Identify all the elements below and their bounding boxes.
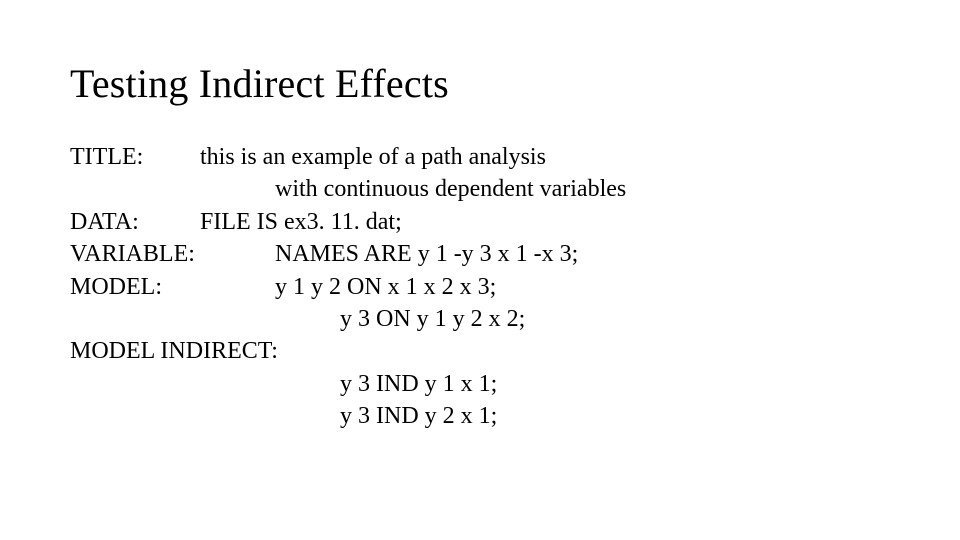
indent-spacer bbox=[200, 400, 275, 432]
code-line: with continuous dependent variables bbox=[70, 173, 890, 205]
indent-spacer bbox=[275, 400, 340, 432]
indent-spacer bbox=[70, 368, 200, 400]
line-text: y 3 ON y 1 y 2 x 2; bbox=[340, 303, 525, 335]
indent-spacer bbox=[70, 400, 200, 432]
line-label: TITLE: bbox=[70, 141, 200, 173]
line-text: FILE IS ex3. 11. dat; bbox=[200, 206, 402, 238]
indent-spacer bbox=[275, 368, 340, 400]
slide: Testing Indirect Effects TITLE:this is a… bbox=[0, 0, 960, 433]
line-label: VARIABLE: bbox=[70, 238, 275, 270]
indent-spacer bbox=[200, 173, 275, 205]
code-line: y 3 IND y 1 x 1; bbox=[70, 368, 890, 400]
code-line: TITLE:this is an example of a path analy… bbox=[70, 141, 890, 173]
line-label: MODEL: bbox=[70, 271, 275, 303]
code-line: DATA:FILE IS ex3. 11. dat; bbox=[70, 206, 890, 238]
line-text: y 1 y 2 ON x 1 x 2 x 3; bbox=[275, 271, 496, 303]
code-line: MODEL INDIRECT: bbox=[70, 335, 890, 367]
code-line: VARIABLE:NAMES ARE y 1 -y 3 x 1 -x 3; bbox=[70, 238, 890, 270]
code-line: y 3 ON y 1 y 2 x 2; bbox=[70, 303, 890, 335]
indent-spacer bbox=[70, 303, 200, 335]
line-text: with continuous dependent variables bbox=[275, 173, 626, 205]
indent-spacer bbox=[70, 173, 200, 205]
indent-spacer bbox=[275, 303, 340, 335]
line-text: y 3 IND y 1 x 1; bbox=[340, 368, 497, 400]
line-label: MODEL INDIRECT: bbox=[70, 335, 340, 367]
code-block: TITLE:this is an example of a path analy… bbox=[70, 141, 890, 433]
indent-spacer bbox=[200, 368, 275, 400]
code-line: MODEL:y 1 y 2 ON x 1 x 2 x 3; bbox=[70, 271, 890, 303]
indent-spacer bbox=[200, 303, 275, 335]
code-line: y 3 IND y 2 x 1; bbox=[70, 400, 890, 432]
line-label: DATA: bbox=[70, 206, 200, 238]
line-text: NAMES ARE y 1 -y 3 x 1 -x 3; bbox=[275, 238, 578, 270]
slide-heading: Testing Indirect Effects bbox=[70, 60, 890, 107]
line-text: this is an example of a path analysis bbox=[200, 141, 546, 173]
line-text: y 3 IND y 2 x 1; bbox=[340, 400, 497, 432]
